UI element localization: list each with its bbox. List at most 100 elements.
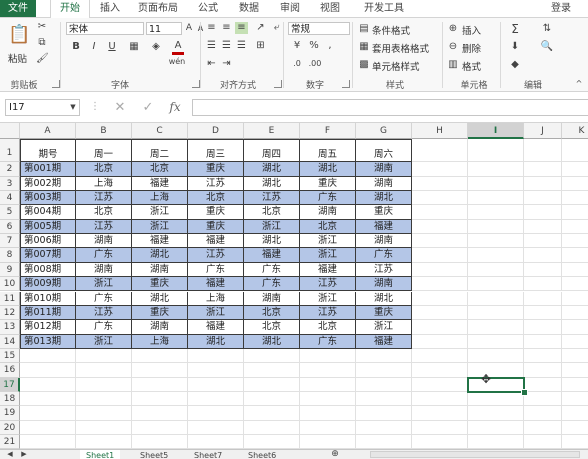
column-header-I[interactable]: I — [468, 123, 524, 139]
cell[interactable] — [132, 391, 188, 407]
cell[interactable] — [244, 363, 300, 378]
table-cell[interactable]: 上海 — [132, 334, 188, 349]
worksheet-grid[interactable]: A B C D E F G H I J K 1 2 3 4 5 6 7 8 9 10 11 12 13 14 15 16 17 18 19… — [0, 123, 588, 449]
cell[interactable] — [412, 139, 468, 163]
insert-function-button[interactable]: fx — [166, 99, 184, 116]
table-cell[interactable]: 江苏 — [76, 305, 132, 321]
table-cell[interactable]: 湖南 — [356, 277, 412, 292]
cell[interactable] — [412, 305, 468, 321]
row-header-6[interactable]: 6 — [0, 219, 20, 235]
cell[interactable] — [300, 406, 356, 421]
ribbon-tab-5[interactable]: 数据 — [230, 0, 268, 17]
copy-icon[interactable]: ⧉ — [36, 37, 48, 49]
cell[interactable] — [188, 363, 244, 378]
align-center-icon[interactable]: ☰ — [220, 40, 233, 52]
cell[interactable] — [562, 378, 588, 392]
table-cell[interactable]: 浙江 — [132, 219, 188, 235]
cell[interactable] — [76, 363, 132, 378]
cell[interactable] — [412, 205, 468, 220]
italic-button[interactable]: I — [88, 41, 100, 53]
cell[interactable] — [132, 377, 188, 392]
ribbon-tab-3[interactable]: 页面布局 — [132, 0, 184, 17]
table-cell[interactable]: 广东 — [300, 191, 356, 206]
table-cell[interactable]: 江苏 — [356, 262, 412, 278]
cell[interactable] — [524, 162, 562, 177]
cell[interactable] — [562, 406, 588, 421]
cell[interactable] — [468, 391, 524, 407]
table-cell[interactable]: 福建 — [356, 334, 412, 349]
cell[interactable] — [524, 334, 562, 349]
table-cell[interactable]: 重庆 — [356, 305, 412, 321]
cell[interactable] — [468, 205, 524, 220]
sort-filter-icon[interactable]: ⇅ — [540, 23, 554, 35]
ribbon-tab-0[interactable]: 文件 — [0, 0, 36, 17]
cell[interactable] — [300, 391, 356, 407]
cell[interactable] — [524, 277, 562, 292]
table-cell[interactable]: 福建 — [132, 176, 188, 192]
cell[interactable] — [356, 406, 412, 421]
table-cell[interactable]: 浙江 — [300, 291, 356, 306]
cell[interactable] — [412, 435, 468, 449]
cell[interactable] — [188, 435, 244, 449]
table-cell[interactable]: 广东 — [300, 334, 356, 349]
cell[interactable] — [524, 420, 562, 435]
table-cell[interactable]: 北京 — [132, 162, 188, 177]
table-cell[interactable]: 浙江 — [300, 234, 356, 249]
table-cell[interactable]: 湖北 — [356, 291, 412, 306]
phonetic-button[interactable]: wén — [166, 56, 188, 68]
cell[interactable] — [524, 377, 562, 392]
font-color-button[interactable]: A — [172, 40, 184, 55]
table-header-cell[interactable]: 周六 — [356, 139, 412, 163]
cell[interactable] — [76, 377, 132, 392]
cell[interactable] — [412, 420, 468, 435]
table-cell[interactable]: 福建 — [188, 277, 244, 292]
cell[interactable] — [562, 248, 588, 263]
cell[interactable] — [524, 391, 562, 407]
cell[interactable] — [356, 377, 412, 392]
table-cell[interactable]: 福建 — [132, 234, 188, 249]
cell[interactable] — [562, 392, 588, 407]
cell[interactable] — [562, 263, 588, 278]
column-header-K[interactable]: K — [562, 123, 588, 139]
table-cell[interactable]: 第003期 — [20, 191, 76, 206]
table-cell[interactable]: 第001期 — [20, 162, 76, 177]
cell[interactable] — [524, 262, 562, 278]
row-header-4[interactable]: 4 — [0, 191, 20, 206]
cell[interactable] — [412, 248, 468, 263]
fill-color-icon[interactable]: ◈ — [150, 41, 162, 53]
table-cell[interactable]: 湖北 — [244, 334, 300, 349]
alignment-launcher-icon[interactable] — [274, 80, 282, 88]
row-header-19[interactable]: 19 — [0, 406, 20, 421]
cell[interactable] — [20, 391, 76, 407]
cell[interactable] — [244, 420, 300, 435]
cell[interactable] — [468, 234, 524, 249]
cell[interactable] — [468, 176, 524, 192]
cell[interactable] — [468, 139, 524, 163]
cell[interactable] — [188, 420, 244, 435]
cell[interactable] — [132, 406, 188, 421]
cell[interactable] — [468, 291, 524, 306]
underline-button[interactable]: U — [106, 41, 118, 53]
cell[interactable] — [300, 363, 356, 378]
column-header-D[interactable]: D — [188, 123, 244, 139]
merge-center-icon[interactable]: ⊞ — [254, 40, 267, 52]
cell[interactable] — [412, 320, 468, 335]
table-header-cell[interactable]: 周四 — [244, 139, 300, 163]
table-cell[interactable]: 广东 — [76, 320, 132, 335]
table-cell[interactable]: 湖南 — [356, 162, 412, 177]
cell[interactable] — [300, 377, 356, 392]
table-cell[interactable]: 重庆 — [132, 277, 188, 292]
table-cell[interactable]: 湖南 — [356, 234, 412, 249]
table-cell[interactable]: 北京 — [188, 191, 244, 206]
percent-button[interactable]: % — [308, 40, 320, 52]
table-cell[interactable]: 江苏 — [300, 277, 356, 292]
table-cell[interactable]: 重庆 — [188, 219, 244, 235]
cell[interactable] — [562, 234, 588, 249]
cell[interactable] — [468, 219, 524, 235]
cell[interactable] — [524, 234, 562, 249]
table-cell[interactable]: 第013期 — [20, 334, 76, 349]
delete-button[interactable]: 删除 — [462, 41, 481, 55]
find-select-icon[interactable]: 🔍 — [540, 41, 554, 53]
ribbon-tab-6[interactable]: 审阅 — [272, 0, 308, 17]
table-cell[interactable]: 广东 — [356, 248, 412, 263]
